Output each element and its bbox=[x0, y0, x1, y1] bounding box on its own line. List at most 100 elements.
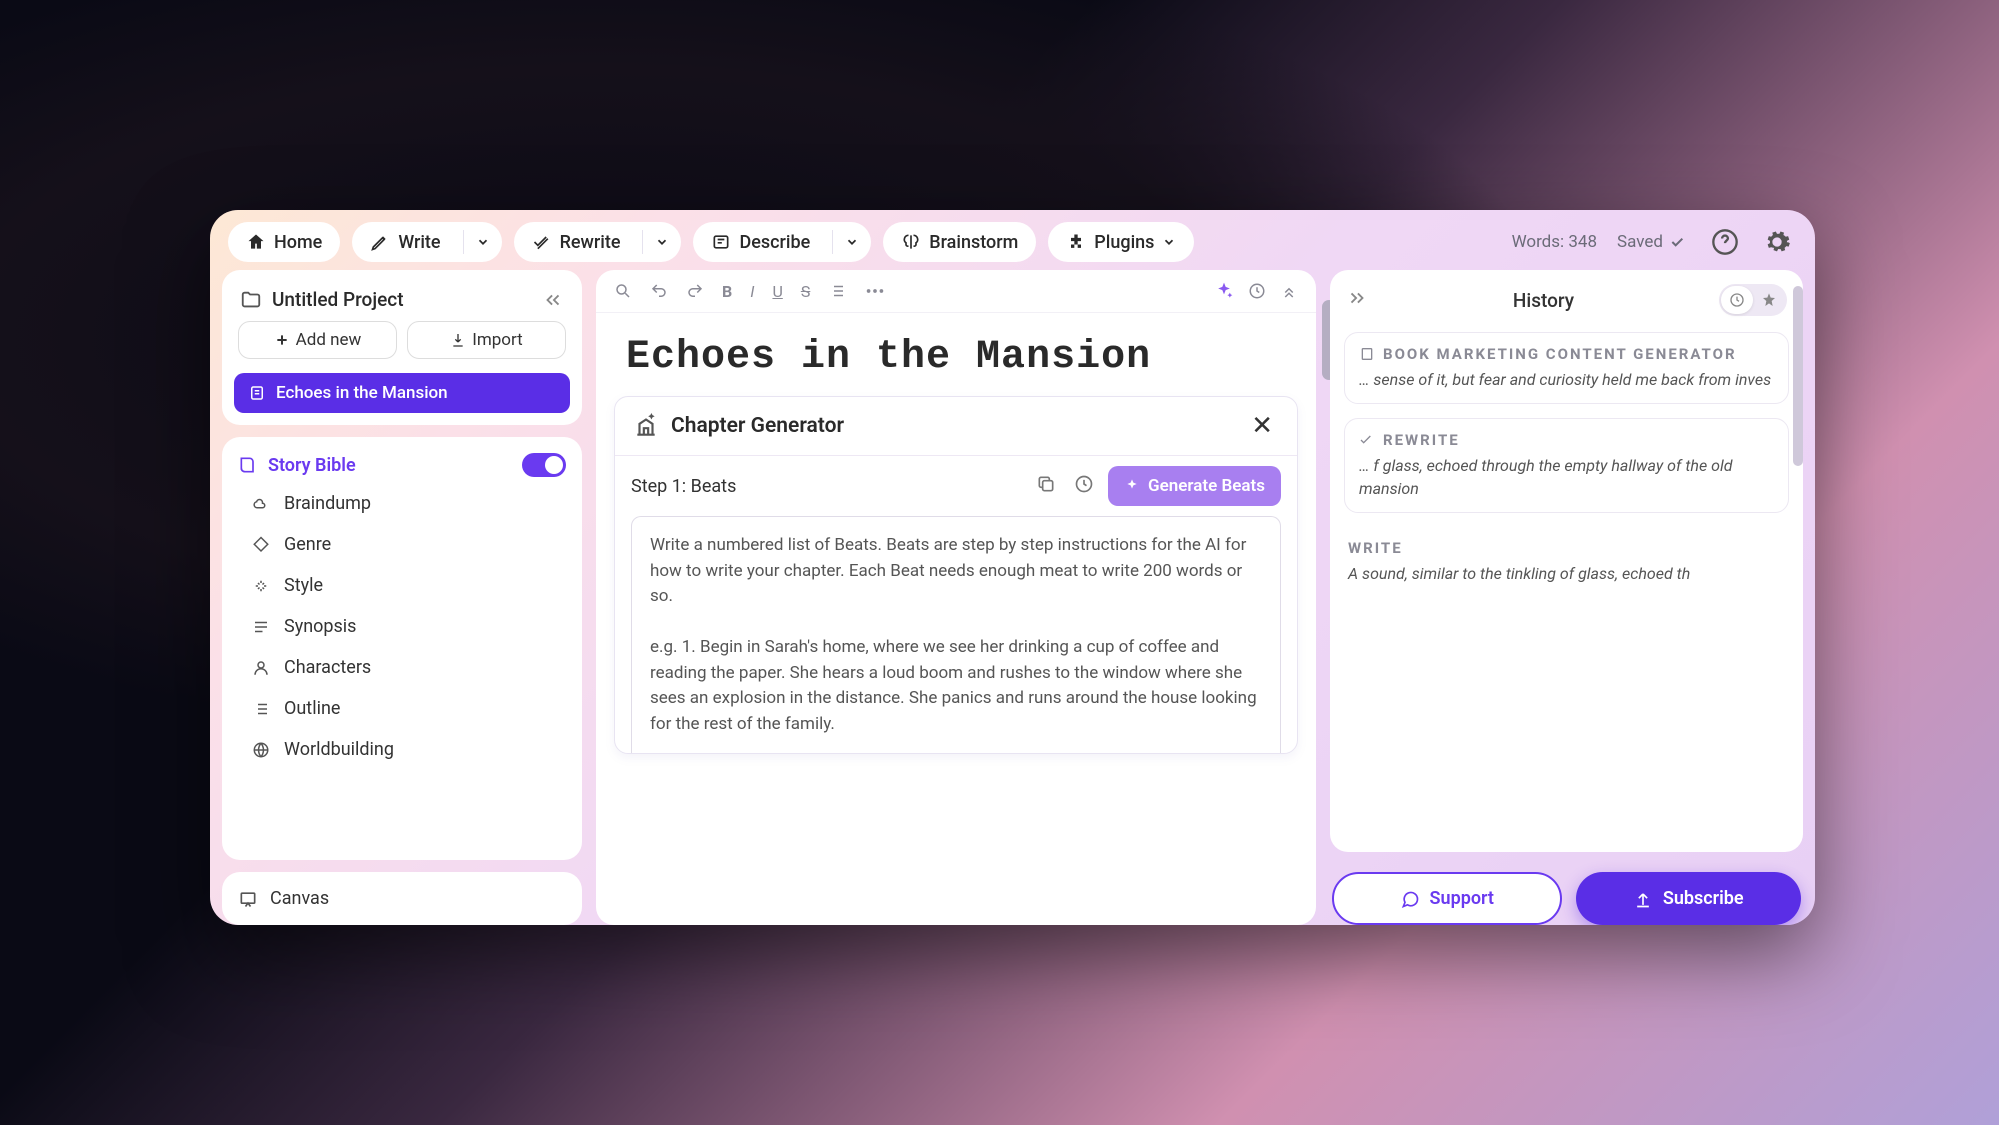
support-label: Support bbox=[1430, 888, 1494, 909]
sidebar: Untitled Project Add new bbox=[222, 270, 582, 925]
history-list: BOOK MARKETING CONTENT GENERATOR … sense… bbox=[1340, 326, 1793, 604]
redo-button[interactable] bbox=[686, 282, 704, 300]
beats-textarea[interactable]: Write a numbered list of Beats. Beats ar… bbox=[631, 516, 1281, 753]
history-recent-tab[interactable] bbox=[1721, 286, 1753, 314]
app-window: Home Write Rewrite bbox=[210, 210, 1815, 925]
describe-icon bbox=[711, 232, 731, 252]
clock-icon bbox=[1248, 282, 1266, 300]
undo-button[interactable] bbox=[650, 282, 668, 300]
plugins-button[interactable]: Plugins bbox=[1048, 222, 1194, 262]
subscribe-button[interactable]: Subscribe bbox=[1576, 872, 1802, 925]
more-button[interactable] bbox=[864, 280, 1196, 302]
rewrite-icon bbox=[1359, 432, 1375, 448]
brainstorm-icon bbox=[901, 232, 921, 252]
document-item[interactable]: Echoes in the Mansion bbox=[234, 373, 570, 413]
clock-icon bbox=[1729, 292, 1745, 308]
settings-button[interactable] bbox=[1757, 222, 1797, 262]
help-button[interactable] bbox=[1705, 222, 1745, 262]
copy-icon bbox=[1036, 474, 1056, 494]
sidebar-item-worldbuilding[interactable]: Worldbuilding bbox=[244, 731, 570, 768]
story-bible-toggle[interactable] bbox=[522, 453, 566, 477]
history-item[interactable]: WRITE A sound, similar to the tinkling o… bbox=[1344, 527, 1789, 597]
history-item[interactable]: REWRITE … f glass, echoed through the em… bbox=[1344, 418, 1789, 513]
search-button[interactable] bbox=[614, 282, 632, 300]
rewrite-button[interactable]: Rewrite bbox=[514, 222, 682, 262]
home-button[interactable]: Home bbox=[228, 222, 340, 262]
sidebar-item-synopsis[interactable]: Synopsis bbox=[244, 608, 570, 645]
page-title[interactable]: Echoes in the Mansion bbox=[596, 313, 1316, 396]
sidebar-item-style[interactable]: Style bbox=[244, 567, 570, 604]
italic-button[interactable]: I bbox=[750, 282, 754, 301]
collapse-button[interactable] bbox=[1280, 282, 1298, 300]
history-filter-toggle[interactable] bbox=[1719, 284, 1787, 316]
history-button[interactable] bbox=[1248, 282, 1266, 300]
history-step-button[interactable] bbox=[1070, 470, 1098, 502]
chevron-down-icon bbox=[845, 235, 859, 249]
ai-sparkle-icon bbox=[1214, 281, 1234, 301]
write-button[interactable]: Write bbox=[352, 222, 501, 262]
strike-button[interactable]: S bbox=[801, 282, 811, 301]
describe-dropdown[interactable] bbox=[832, 230, 871, 254]
chapter-generator-title: Chapter Generator bbox=[671, 414, 1233, 438]
story-bible-title: Story Bible bbox=[268, 455, 512, 476]
home-label: Home bbox=[274, 232, 322, 253]
star-icon bbox=[1761, 292, 1777, 308]
sidebar-item-characters[interactable]: Characters bbox=[244, 649, 570, 686]
describe-button[interactable]: Describe bbox=[693, 222, 871, 262]
sidebar-item-label: Worldbuilding bbox=[284, 739, 394, 760]
tag-icon bbox=[250, 536, 272, 554]
editor-toolbar: B I U S bbox=[596, 270, 1316, 313]
subscribe-label: Subscribe bbox=[1663, 888, 1744, 909]
add-new-button[interactable]: Add new bbox=[238, 321, 397, 359]
sidebar-item-label: Outline bbox=[284, 698, 340, 719]
chapter-generator-panel: Chapter Generator ✕ Step 1: Beats Genera… bbox=[614, 396, 1298, 754]
main-toolbar: Home Write Rewrite bbox=[210, 210, 1815, 270]
history-item-snippet: … f glass, echoed through the empty hall… bbox=[1359, 455, 1774, 500]
rewrite-dropdown[interactable] bbox=[642, 230, 681, 254]
canvas-button[interactable]: Canvas bbox=[222, 872, 582, 925]
chevrons-right-icon bbox=[1346, 287, 1368, 309]
sparkle-icon bbox=[1124, 478, 1140, 494]
close-button[interactable]: ✕ bbox=[1245, 411, 1279, 441]
bold-button[interactable]: B bbox=[722, 282, 732, 301]
globe-icon bbox=[250, 741, 272, 759]
history-starred-tab[interactable] bbox=[1753, 286, 1785, 314]
import-label: Import bbox=[472, 330, 523, 350]
canvas-icon bbox=[238, 889, 258, 909]
chevron-down-icon bbox=[476, 235, 490, 249]
copy-button[interactable] bbox=[1032, 470, 1060, 502]
rewrite-label: Rewrite bbox=[560, 232, 621, 253]
history-item[interactable]: BOOK MARKETING CONTENT GENERATOR … sense… bbox=[1344, 332, 1789, 404]
plus-icon bbox=[274, 332, 290, 348]
import-button[interactable]: Import bbox=[407, 321, 566, 359]
collapse-sidebar-button[interactable] bbox=[542, 289, 564, 311]
support-button[interactable]: Support bbox=[1332, 872, 1562, 925]
add-new-label: Add new bbox=[296, 330, 362, 350]
history-item-label: WRITE bbox=[1348, 539, 1403, 557]
history-scrollbar[interactable] bbox=[1793, 286, 1803, 466]
sidebar-item-genre[interactable]: Genre bbox=[244, 526, 570, 563]
history-card: History BOOK MARKETING CONTENT GENERATOR… bbox=[1330, 270, 1803, 852]
story-bible-list: Braindump Genre Style Synopsis bbox=[234, 485, 570, 768]
story-bible-card: Story Bible Braindump Genre Style bbox=[222, 437, 582, 860]
brainstorm-button[interactable]: Brainstorm bbox=[883, 222, 1036, 262]
sidebar-item-outline[interactable]: Outline bbox=[244, 690, 570, 727]
expand-history-button[interactable] bbox=[1346, 287, 1368, 313]
redo-icon bbox=[686, 282, 704, 300]
ai-button[interactable] bbox=[1214, 281, 1234, 301]
help-icon bbox=[1711, 228, 1739, 256]
upgrade-icon bbox=[1633, 889, 1653, 909]
underline-button[interactable]: U bbox=[772, 282, 782, 301]
generate-beats-button[interactable]: Generate Beats bbox=[1108, 466, 1281, 506]
list-button[interactable] bbox=[828, 282, 846, 300]
book-icon bbox=[238, 455, 258, 475]
word-count: Words: 348 bbox=[1512, 232, 1597, 252]
saved-label: Saved bbox=[1617, 232, 1663, 252]
write-dropdown[interactable] bbox=[463, 230, 502, 254]
close-icon: ✕ bbox=[1251, 411, 1273, 441]
thought-icon bbox=[250, 495, 272, 513]
sidebar-item-braindump[interactable]: Braindump bbox=[244, 485, 570, 522]
page-icon bbox=[248, 384, 266, 402]
gear-icon bbox=[1763, 228, 1791, 256]
bullet-list-icon bbox=[828, 282, 846, 300]
